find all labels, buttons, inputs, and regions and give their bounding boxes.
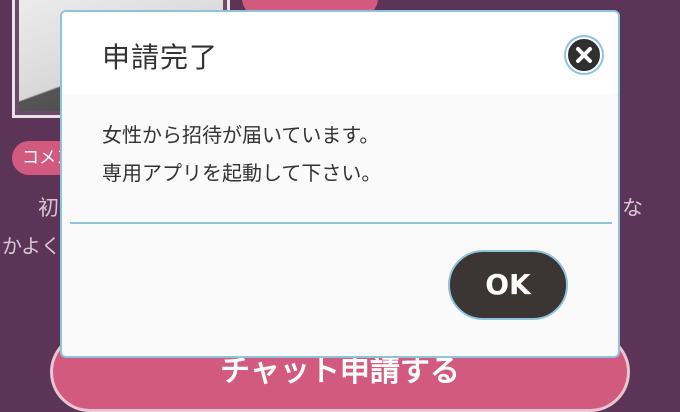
dialog-title: 申請完了 bbox=[102, 41, 219, 74]
message-line-2: 専用アプリを起動して下さい。 bbox=[102, 161, 382, 185]
completion-dialog: 申請完了 女性から招待が届いています。 専用アプリを起動して下さい。 OK bbox=[60, 10, 620, 358]
message-line-1: 女性から招待が届いています。 bbox=[102, 123, 380, 147]
close-button[interactable] bbox=[566, 37, 602, 73]
close-icon bbox=[576, 47, 592, 63]
dialog-message: 女性から招待が届いています。 専用アプリを起動して下さい。 bbox=[102, 116, 381, 192]
profile-text-end: な bbox=[622, 196, 643, 220]
dialog-header: 申請完了 bbox=[62, 12, 618, 94]
profile-text-line2: かよく bbox=[2, 234, 61, 258]
dialog-divider bbox=[70, 222, 612, 224]
ok-button[interactable]: OK bbox=[448, 250, 568, 320]
profile-text-start: 初 bbox=[38, 196, 59, 220]
